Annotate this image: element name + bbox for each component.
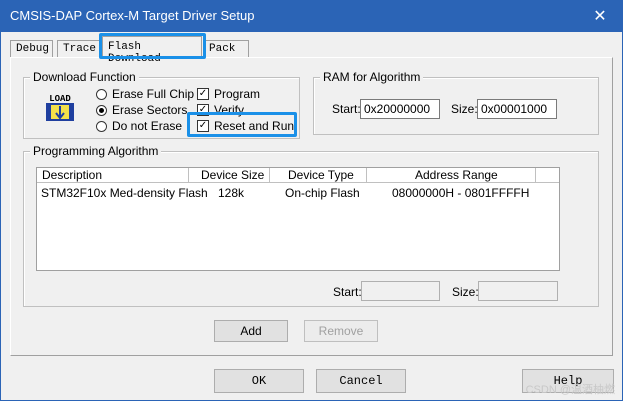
check-program[interactable]: ✓ Program — [197, 87, 260, 101]
cell-description: STM32F10x Med-density Flash — [41, 186, 208, 200]
column-device-size[interactable]: Device Size — [189, 168, 270, 183]
remove-button[interactable]: Remove — [304, 320, 378, 342]
radio-label: Erase Sectors — [112, 103, 188, 117]
window-border-left — [0, 32, 1, 401]
check-label: Program — [214, 87, 261, 101]
column-device-type[interactable]: Device Type — [270, 168, 367, 183]
radio-dot[interactable] — [96, 88, 107, 100]
cell-address-range: 08000000H - 0801FFFFH — [392, 186, 530, 200]
tab-pack[interactable]: Pack — [203, 40, 249, 57]
ram-start-input[interactable]: 0x20000000 — [360, 99, 440, 119]
cell-device-type: On-chip Flash — [285, 186, 360, 200]
radio-erase-full-chip[interactable]: Erase Full Chip — [96, 87, 194, 101]
radio-dot[interactable] — [96, 120, 107, 132]
window-title: CMSIS-DAP Cortex-M Target Driver Setup — [10, 8, 255, 23]
algo-size-input[interactable] — [478, 281, 558, 301]
ram-legend: RAM for Algorithm — [320, 70, 424, 84]
radio-erase-sectors[interactable]: Erase Sectors — [96, 103, 187, 117]
algorithm-table[interactable]: Description Device Size Device Type Addr… — [36, 167, 560, 271]
radio-label: Do not Erase — [112, 119, 183, 133]
title-bar: CMSIS-DAP Cortex-M Target Driver Setup ✕ — [0, 0, 623, 32]
ram-size-input[interactable]: 0x00001000 — [477, 99, 557, 119]
algo-start-label: Start: — [333, 285, 362, 299]
flash-download-highlight — [99, 33, 206, 59]
watermark: CSDN @温酒柚燃 — [525, 384, 615, 396]
radio-label: Erase Full Chip — [112, 87, 195, 101]
download-function-legend: Download Function — [30, 70, 139, 84]
reset-and-run-highlight — [187, 112, 297, 137]
column-description[interactable]: Description — [37, 168, 189, 183]
ram-size-label: Size: — [451, 102, 478, 116]
check-mark-icon[interactable]: ✓ — [197, 88, 209, 100]
cancel-button[interactable]: Cancel — [316, 369, 406, 393]
ram-start-label: Start: — [332, 102, 361, 116]
column-address-range[interactable]: Address Range — [367, 168, 536, 183]
tab-debug[interactable]: Debug — [10, 40, 53, 57]
algo-size-label: Size: — [452, 285, 479, 299]
tab-trace[interactable]: Trace — [57, 40, 100, 57]
radio-dot-selected[interactable] — [96, 104, 107, 116]
cell-device-size: 128k — [218, 186, 245, 200]
radio-do-not-erase[interactable]: Do not Erase — [96, 119, 182, 133]
ok-button[interactable]: OK — [214, 369, 304, 393]
algo-start-input[interactable] — [361, 281, 440, 301]
programming-algorithm-legend: Programming Algorithm — [30, 144, 162, 158]
add-button[interactable]: Add — [214, 320, 288, 342]
load-icon: LOAD — [46, 94, 74, 121]
load-icon-text: LOAD — [49, 94, 71, 104]
table-header: Description Device Size Device Type Addr… — [37, 168, 559, 183]
close-icon[interactable]: ✕ — [577, 0, 623, 32]
